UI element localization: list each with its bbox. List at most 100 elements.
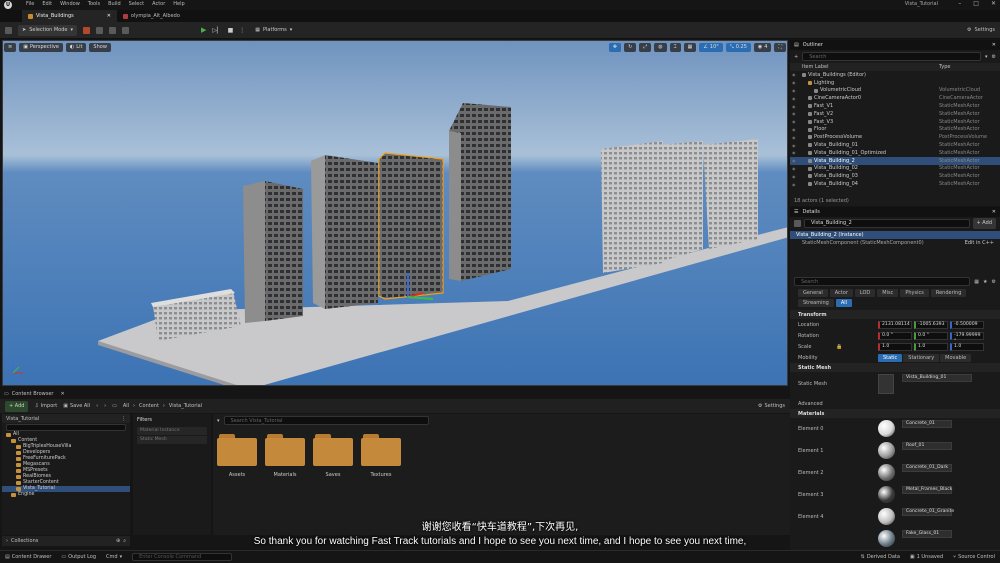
mode-icon[interactable] xyxy=(121,26,129,34)
outliner-row[interactable]: ◉ Floor StaticMeshActor xyxy=(790,126,1000,134)
scale-label[interactable]: Scale xyxy=(798,344,811,350)
transform-category[interactable]: Transform xyxy=(790,310,1000,319)
material-thumbnail[interactable] xyxy=(878,486,895,503)
filter-item[interactable]: Material Instance xyxy=(137,427,207,435)
mesh-thumbnail[interactable] xyxy=(878,374,894,394)
scale-x-field[interactable]: 1.0 xyxy=(878,342,912,351)
filter-item[interactable]: Static Mesh xyxy=(137,436,207,444)
cinematics-icon[interactable] xyxy=(108,26,116,34)
folder-icon[interactable]: ▭ xyxy=(112,403,117,409)
scale-y-field[interactable]: 1.0 xyxy=(914,342,948,351)
visibility-icon[interactable]: ◉ xyxy=(792,119,796,124)
actor-name-field[interactable]: Vista_Building_2 xyxy=(804,218,970,228)
visibility-icon[interactable]: ◉ xyxy=(792,158,796,163)
folder-tile-textures[interactable] xyxy=(361,434,401,466)
menu-item-tools[interactable]: Tools xyxy=(88,1,100,7)
outliner-row[interactable]: ◉ Fast_V1 StaticMeshActor xyxy=(790,102,1000,110)
console-input[interactable]: Enter Console Command xyxy=(132,553,233,561)
filter-tab-misc[interactable]: Misc xyxy=(877,289,899,297)
filter-tab-streaming[interactable]: Streaming xyxy=(798,299,834,307)
visibility-icon[interactable]: ◉ xyxy=(792,174,796,179)
more-options-icon[interactable]: ⋮ xyxy=(239,27,245,34)
visibility-icon[interactable]: ◉ xyxy=(792,88,796,93)
content-settings-button[interactable]: ⚙ Settings xyxy=(758,403,785,409)
visibility-icon[interactable]: ◉ xyxy=(792,150,796,155)
close-icon[interactable]: ✕ xyxy=(992,209,996,215)
save-all-button[interactable]: ▣ Save All xyxy=(63,403,90,409)
step-icon[interactable]: ▷▏ xyxy=(212,27,221,34)
outliner-row[interactable]: ◉ Vista_Building_04 StaticMeshActor xyxy=(790,180,1000,188)
outliner-row[interactable]: ◉ Fast_V3 StaticMeshActor xyxy=(790,118,1000,126)
asset-search-input[interactable]: Search Vista_Tutorial xyxy=(223,416,429,425)
visibility-icon[interactable]: ◉ xyxy=(792,111,796,116)
minimize-icon[interactable]: – xyxy=(958,0,961,7)
forward-icon[interactable]: › xyxy=(104,403,106,409)
static-mesh-category[interactable]: Static Mesh xyxy=(790,363,1000,372)
lit-button[interactable]: ◐ Lit xyxy=(65,42,87,52)
outliner-search-input[interactable]: Search xyxy=(802,52,981,61)
rotation-y-field[interactable]: 0.0 ° xyxy=(914,331,948,340)
close-tab-icon[interactable]: ✕ xyxy=(107,13,111,19)
filter-tab-physics[interactable]: Physics xyxy=(900,289,929,297)
location-z-field[interactable]: -0.500009 xyxy=(950,320,984,329)
rotation-z-field[interactable]: -179.99999 ° xyxy=(950,331,984,344)
filter-tab-rendering[interactable]: Rendering xyxy=(930,289,967,297)
location-y-field[interactable]: -1005.6393 xyxy=(914,320,948,329)
location-label[interactable]: Location xyxy=(798,322,819,328)
outliner-row[interactable]: ◉ PostProcessVolume PostProcessVolume xyxy=(790,133,1000,141)
filter-icon[interactable]: ▾ xyxy=(985,54,988,60)
content-drawer-button[interactable]: ▤ Content Drawer xyxy=(5,554,51,560)
content-browser-tab[interactable]: ▭ Content Browser ✕ xyxy=(0,389,790,399)
menu-item-file[interactable]: File xyxy=(26,1,34,7)
save-icon[interactable] xyxy=(5,26,12,34)
material-dropdown[interactable]: Concrete_01 xyxy=(902,420,952,428)
translate-tool-button[interactable]: ✥ xyxy=(608,42,622,52)
mobility-movable[interactable]: Movable xyxy=(940,353,972,362)
menu-item-build[interactable]: Build xyxy=(108,1,121,7)
tab-albedo[interactable]: olympia_Alt_Albedo xyxy=(117,10,186,22)
outliner-row[interactable]: ◉ CineCameraActor0 CineCameraActor xyxy=(790,94,1000,102)
visibility-icon[interactable]: ◉ xyxy=(792,104,796,109)
outliner-row[interactable]: ◉ Vista_Buildings (Editor) xyxy=(790,71,1000,79)
unreal-logo-icon[interactable]: U xyxy=(4,1,12,9)
material-dropdown[interactable]: Concrete_01_Granite xyxy=(902,508,954,516)
location-x-field[interactable]: 2131.08114 xyxy=(878,320,912,329)
add-icon[interactable]: + xyxy=(794,54,798,60)
grid-view-icon[interactable]: ▦ xyxy=(974,279,979,285)
source-control-button[interactable]: ⑂ Source Control xyxy=(953,554,995,560)
maximize-viewport-button[interactable]: ⛶ xyxy=(774,42,786,52)
materials-category[interactable]: Materials xyxy=(790,409,1000,418)
show-button[interactable]: Show xyxy=(89,42,111,52)
material-thumbnail[interactable] xyxy=(878,464,895,481)
material-dropdown[interactable]: Concrete_01_Dark xyxy=(902,464,952,472)
filter-tab-lod[interactable]: LOD xyxy=(854,289,876,297)
breadcrumb-item[interactable]: Content xyxy=(139,403,159,409)
perspective-button[interactable]: ▣ Perspective xyxy=(19,42,63,52)
level-viewport[interactable] xyxy=(2,40,788,386)
rotation-snap-button[interactable]: ∠ 10° xyxy=(699,42,723,52)
close-icon[interactable]: ✕ xyxy=(992,42,996,48)
camera-speed-button[interactable]: ◉ 4 xyxy=(753,42,772,52)
filter-tab-general[interactable]: General xyxy=(798,289,828,297)
breadcrumb-item[interactable]: All xyxy=(123,403,129,409)
more-icon[interactable]: ⋮ xyxy=(121,416,126,422)
breadcrumb-item[interactable]: Vista_Tutorial xyxy=(169,403,202,409)
outliner-row[interactable]: ◉ Vista_Building_01 StaticMeshActor xyxy=(790,141,1000,149)
blueprint-icon[interactable] xyxy=(95,26,103,34)
outliner-row[interactable]: ◉ VolumetricCloud VolumetricCloud xyxy=(790,87,1000,95)
folder-tile-materials[interactable] xyxy=(265,434,305,466)
visibility-icon[interactable]: ◉ xyxy=(792,182,796,187)
component-row[interactable]: StaticMeshComponent (StaticMeshComponent… xyxy=(790,239,1000,247)
material-thumbnail[interactable] xyxy=(878,442,895,459)
import-button[interactable]: ⇩ Import xyxy=(34,403,57,409)
surface-snap-button[interactable]: ⌶ xyxy=(669,42,681,52)
star-icon[interactable]: ★ xyxy=(983,279,987,285)
edit-cpp-link[interactable]: Edit in C++ xyxy=(965,240,994,246)
gear-icon[interactable]: ⚙ xyxy=(992,54,996,60)
outliner-row[interactable]: ◉ Fast_V2 StaticMeshActor xyxy=(790,110,1000,118)
tab-vista-buildings[interactable]: Vista_Buildings ✕ xyxy=(22,10,117,22)
menu-item-actor[interactable]: Actor xyxy=(152,1,165,7)
visibility-icon[interactable]: ◉ xyxy=(792,96,796,101)
material-thumbnail[interactable] xyxy=(878,420,895,437)
static-mesh-dropdown[interactable]: Vista_Building_01 xyxy=(902,374,972,382)
